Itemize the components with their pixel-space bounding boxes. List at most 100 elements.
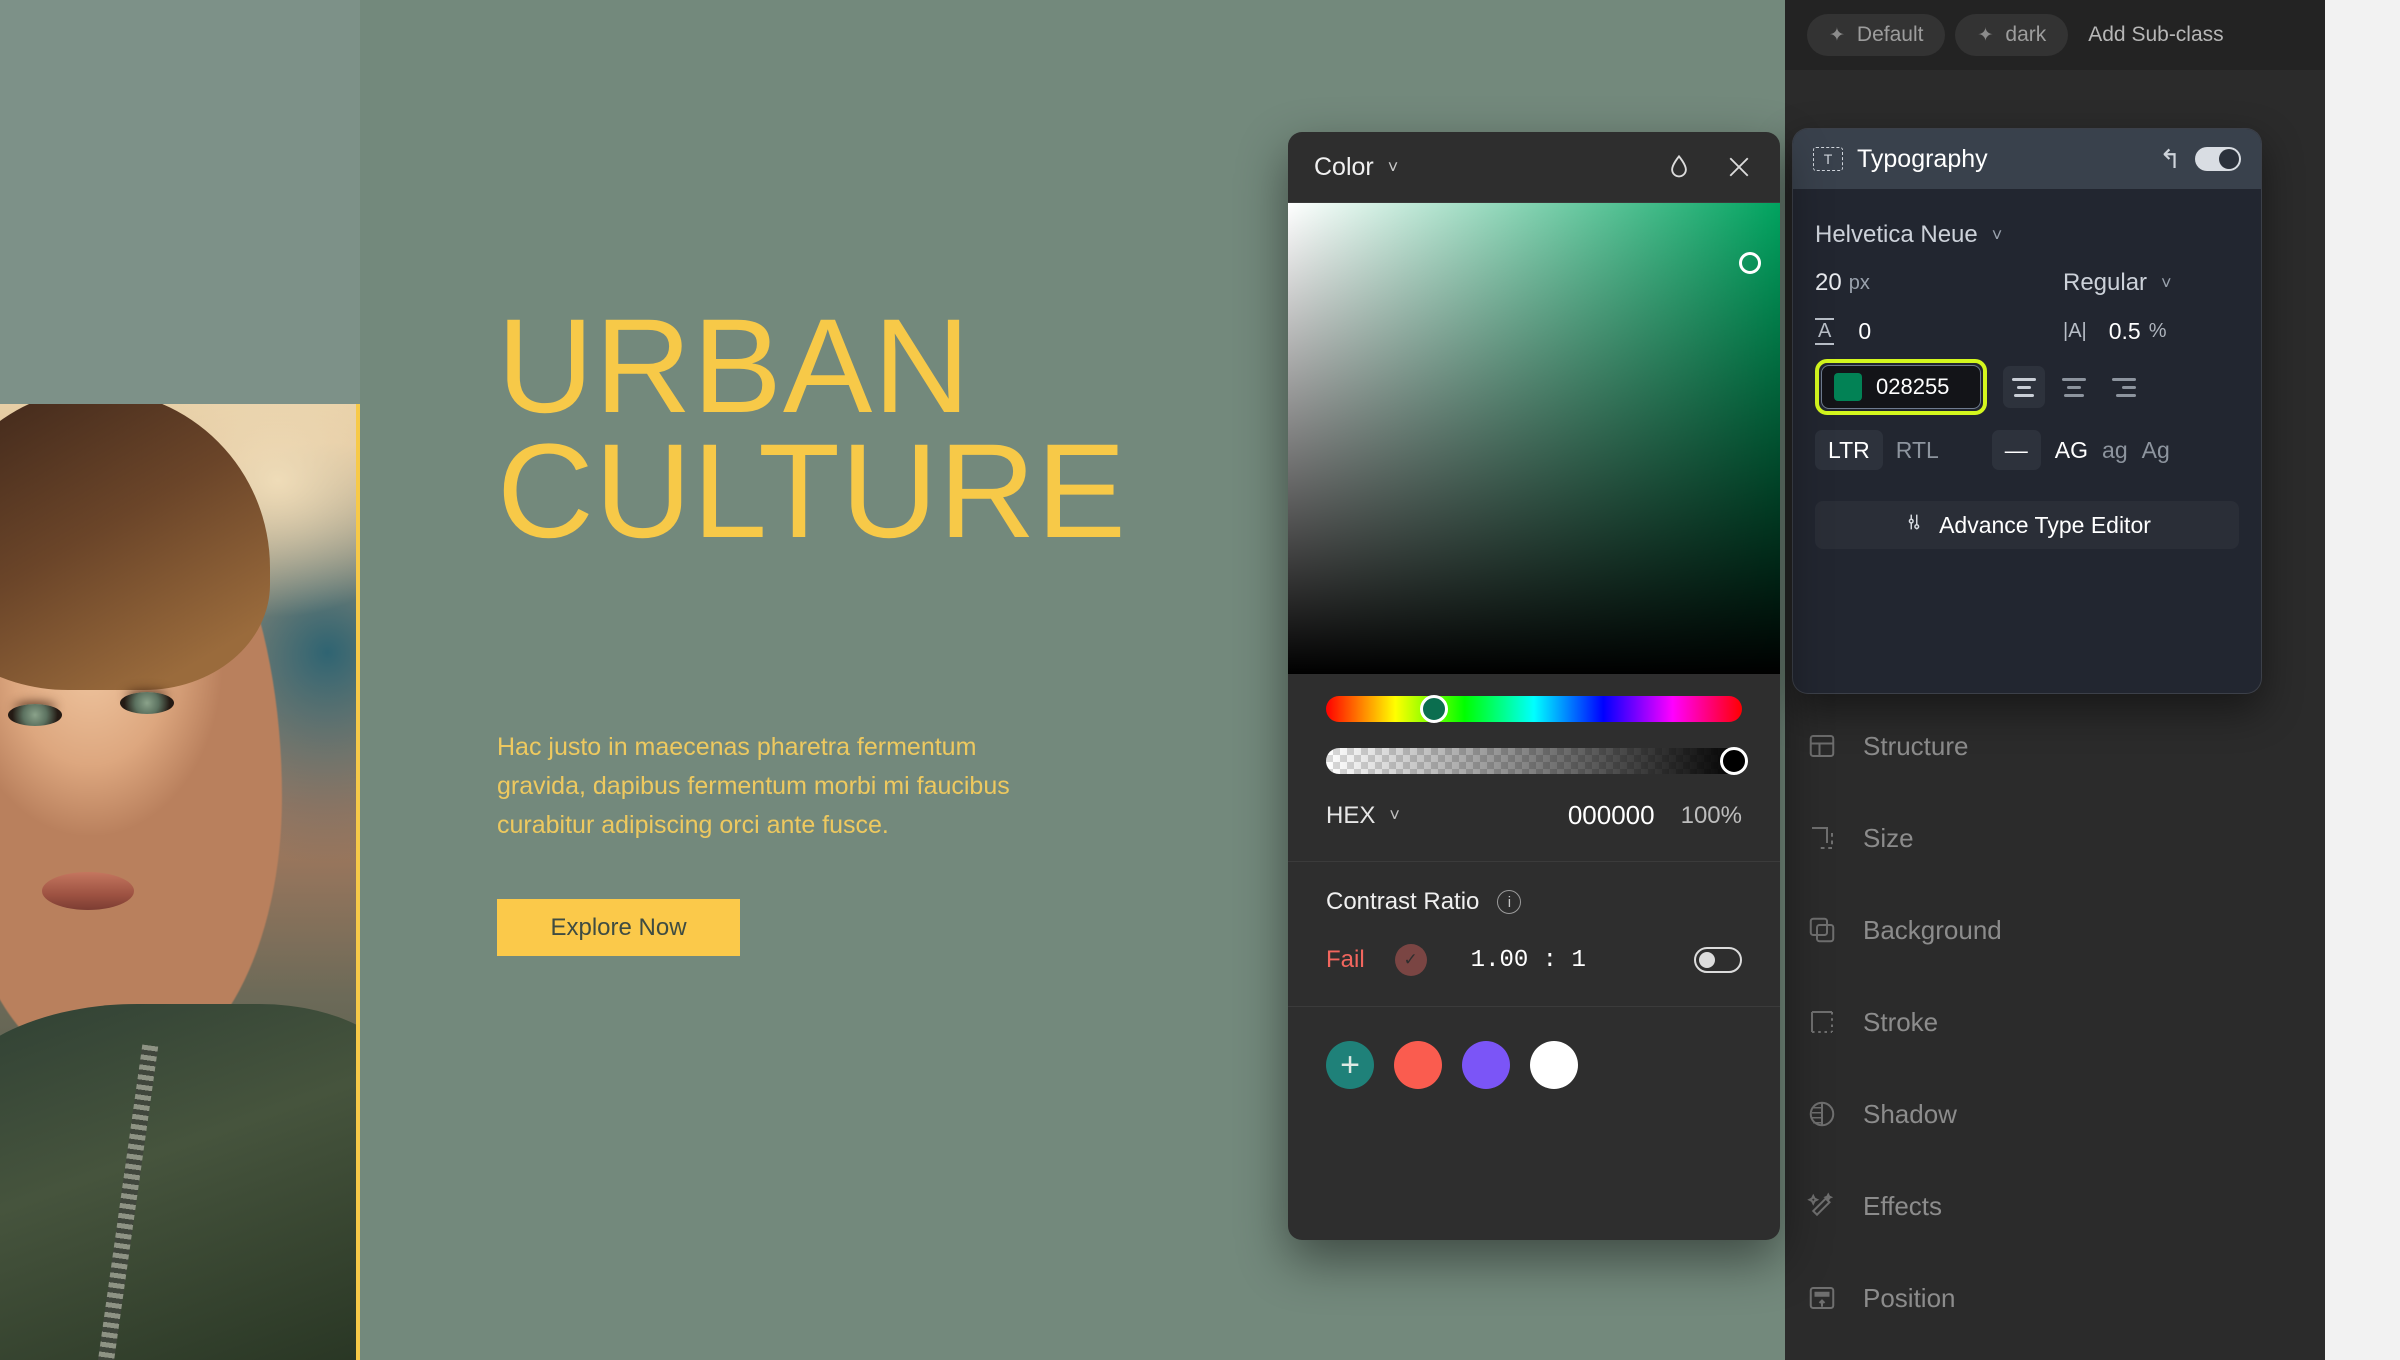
sidebar-item-position[interactable]: Position (1785, 1252, 2325, 1344)
contrast-ratio-section: Contrast Ratio i Fail ✓ 1.00 : 1 (1288, 862, 1780, 976)
add-swatch-button[interactable]: + (1326, 1041, 1374, 1089)
sidebar-item-structure[interactable]: Structure (1785, 700, 2325, 792)
sidebar-item-effects-label: Effects (1863, 1190, 1943, 1221)
sidebar-item-stroke[interactable]: Stroke (1785, 976, 2325, 1068)
close-icon[interactable] (1724, 152, 1754, 182)
case-none-button[interactable]: — (1991, 430, 2041, 470)
align-right-icon[interactable] (2103, 366, 2145, 408)
chevron-down-icon: ˅ (1991, 224, 2003, 245)
subclass-chip-default[interactable]: ✦ Default (1807, 14, 1946, 56)
properties-list: Structure Size Background Stroke Shadow … (1785, 700, 2325, 1344)
swatch-purple[interactable] (1462, 1041, 1510, 1089)
case-uppercase-button[interactable]: AG (2055, 437, 2088, 464)
subclass-toolbar: ✦ Default ✦ dark Add Sub-class (1785, 0, 2325, 70)
sidebar-item-stroke-label: Stroke (1863, 1006, 1939, 1037)
text-align-group (2003, 366, 2145, 408)
saturation-value-handle[interactable] (1739, 252, 1761, 274)
align-center-icon[interactable] (2053, 366, 2095, 408)
font-family-row[interactable]: Helvetica Neue ˅ (1815, 211, 2239, 259)
direction-case-row: LTR RTL — AG ag Ag (1815, 419, 2239, 481)
sidebar-item-position-label: Position (1863, 1282, 1956, 1313)
direction-ltr-button[interactable]: LTR (1815, 430, 1883, 470)
subclass-chip-default-label: Default (1856, 23, 1924, 46)
text-color-field[interactable]: 028255 (1821, 365, 1981, 409)
explore-now-button[interactable]: Explore Now (497, 899, 740, 956)
info-icon[interactable]: i (1497, 890, 1522, 914)
hero-body-text[interactable]: Hac justo in maecenas pharetra fermentum… (497, 728, 1057, 844)
sidebar-item-shadow[interactable]: Shadow (1785, 1068, 2325, 1160)
text-color-swatch[interactable] (1834, 373, 1862, 401)
font-size-unit: px (1848, 271, 1870, 294)
letter-spacing-group: |A| 0.5 % (2063, 318, 2239, 345)
alpha-slider[interactable] (1326, 747, 1748, 775)
letter-spacing-input[interactable]: 0.5 (2109, 318, 2141, 345)
swatch-white[interactable] (1530, 1041, 1578, 1089)
color-picker-header: Color ˅ (1288, 132, 1780, 202)
contrast-ratio-row: Fail ✓ 1.00 : 1 (1326, 944, 1742, 976)
direction-rtl-button[interactable]: RTL (1883, 430, 1952, 470)
sidebar-item-background[interactable]: Background (1785, 884, 2325, 976)
check-icon[interactable]: ✓ (1394, 944, 1427, 976)
contrast-ratio-toggle[interactable] (1694, 947, 1742, 973)
contrast-status-badge: Fail (1326, 946, 1365, 973)
effects-icon (1807, 1191, 1837, 1221)
shadow-icon (1807, 1099, 1837, 1129)
add-subclass-button[interactable]: Add Sub-class (2078, 23, 2233, 47)
sidebar-item-background-label: Background (1863, 914, 2002, 945)
text-direction-group: LTR RTL (1815, 430, 1952, 470)
typography-enable-toggle[interactable] (2195, 147, 2241, 171)
line-height-letter-spacing-row: A 0 |A| 0.5 % (1815, 307, 2239, 355)
text-color-hex-value: 028255 (1876, 374, 1950, 399)
subclass-chip-dark-label: dark (2005, 23, 2047, 46)
position-icon (1807, 1283, 1837, 1313)
chevron-down-icon: ˅ (2161, 272, 2172, 293)
contrast-ratio-value: 1.00 : 1 (1470, 946, 1586, 974)
line-height-input[interactable]: 0 (1858, 318, 1871, 345)
advance-type-editor-button[interactable]: Advance Type Editor (1815, 501, 2239, 549)
plus-icon: + (1340, 1046, 1360, 1084)
structure-icon (1807, 731, 1837, 761)
photo-lips (42, 872, 134, 910)
align-left-icon[interactable] (2003, 366, 2045, 408)
size-icon (1807, 823, 1837, 853)
case-lowercase-button[interactable]: ag (2102, 437, 2128, 464)
case-capitalize-button[interactable]: Ag (2142, 437, 2170, 464)
chevron-down-icon[interactable]: ˅ (1388, 157, 1399, 178)
hero-portrait-photo[interactable] (0, 404, 360, 1360)
contrast-ratio-title: Contrast Ratio (1326, 888, 1480, 915)
hero-title[interactable]: URBAN CULTURE (497, 299, 1127, 558)
hue-slider[interactable] (1326, 695, 1742, 723)
app-root: URBAN CULTURE Hac justo in maecenas phare… (0, 0, 2400, 1360)
sliders-icon (1903, 511, 1925, 539)
text-color-focus-ring: 028255 (1815, 359, 1987, 415)
eyedropper-icon[interactable] (1664, 152, 1694, 182)
opacity-value-input[interactable]: 100% (1681, 802, 1742, 830)
photo-eye-left (8, 704, 62, 726)
hue-slider-handle[interactable] (1420, 695, 1449, 723)
background-icon (1807, 915, 1837, 945)
typography-panel-header: T Typography ↰ (1793, 129, 2261, 189)
sidebar-item-structure-label: Structure (1863, 730, 1969, 761)
text-box-icon: T (1813, 147, 1843, 171)
saturation-value-field[interactable] (1288, 202, 1780, 674)
sidebar-item-size-label: Size (1863, 822, 1914, 853)
text-case-group: — AG ag Ag (1991, 430, 2170, 470)
swatch-red[interactable] (1394, 1041, 1442, 1089)
sidebar-item-size[interactable]: Size (1785, 792, 2325, 884)
sidebar-item-shadow-label: Shadow (1863, 1098, 1957, 1129)
color-picker-title: Color (1314, 152, 1374, 181)
line-height-icon: A (1815, 317, 1835, 345)
typography-panel-title: Typography (1857, 144, 1988, 173)
subclass-chip-dark[interactable]: ✦ dark (1955, 14, 2069, 56)
chevron-down-icon[interactable]: ˅ (1389, 805, 1400, 826)
font-family-value: Helvetica Neue (1815, 221, 1978, 248)
sidebar-item-effects[interactable]: Effects (1785, 1160, 2325, 1252)
undo-icon[interactable]: ↰ (2159, 144, 2181, 175)
hex-value-input[interactable]: 000000 (1568, 800, 1655, 831)
sliders-area (1288, 674, 1780, 775)
font-weight-select[interactable]: Regular ˅ (2063, 269, 2239, 297)
letter-spacing-unit: % (2148, 319, 2167, 342)
alpha-slider-handle[interactable] (1719, 747, 1748, 775)
color-format-label: HEX (1326, 801, 1376, 829)
font-size-input[interactable]: 20 (1815, 269, 1842, 297)
